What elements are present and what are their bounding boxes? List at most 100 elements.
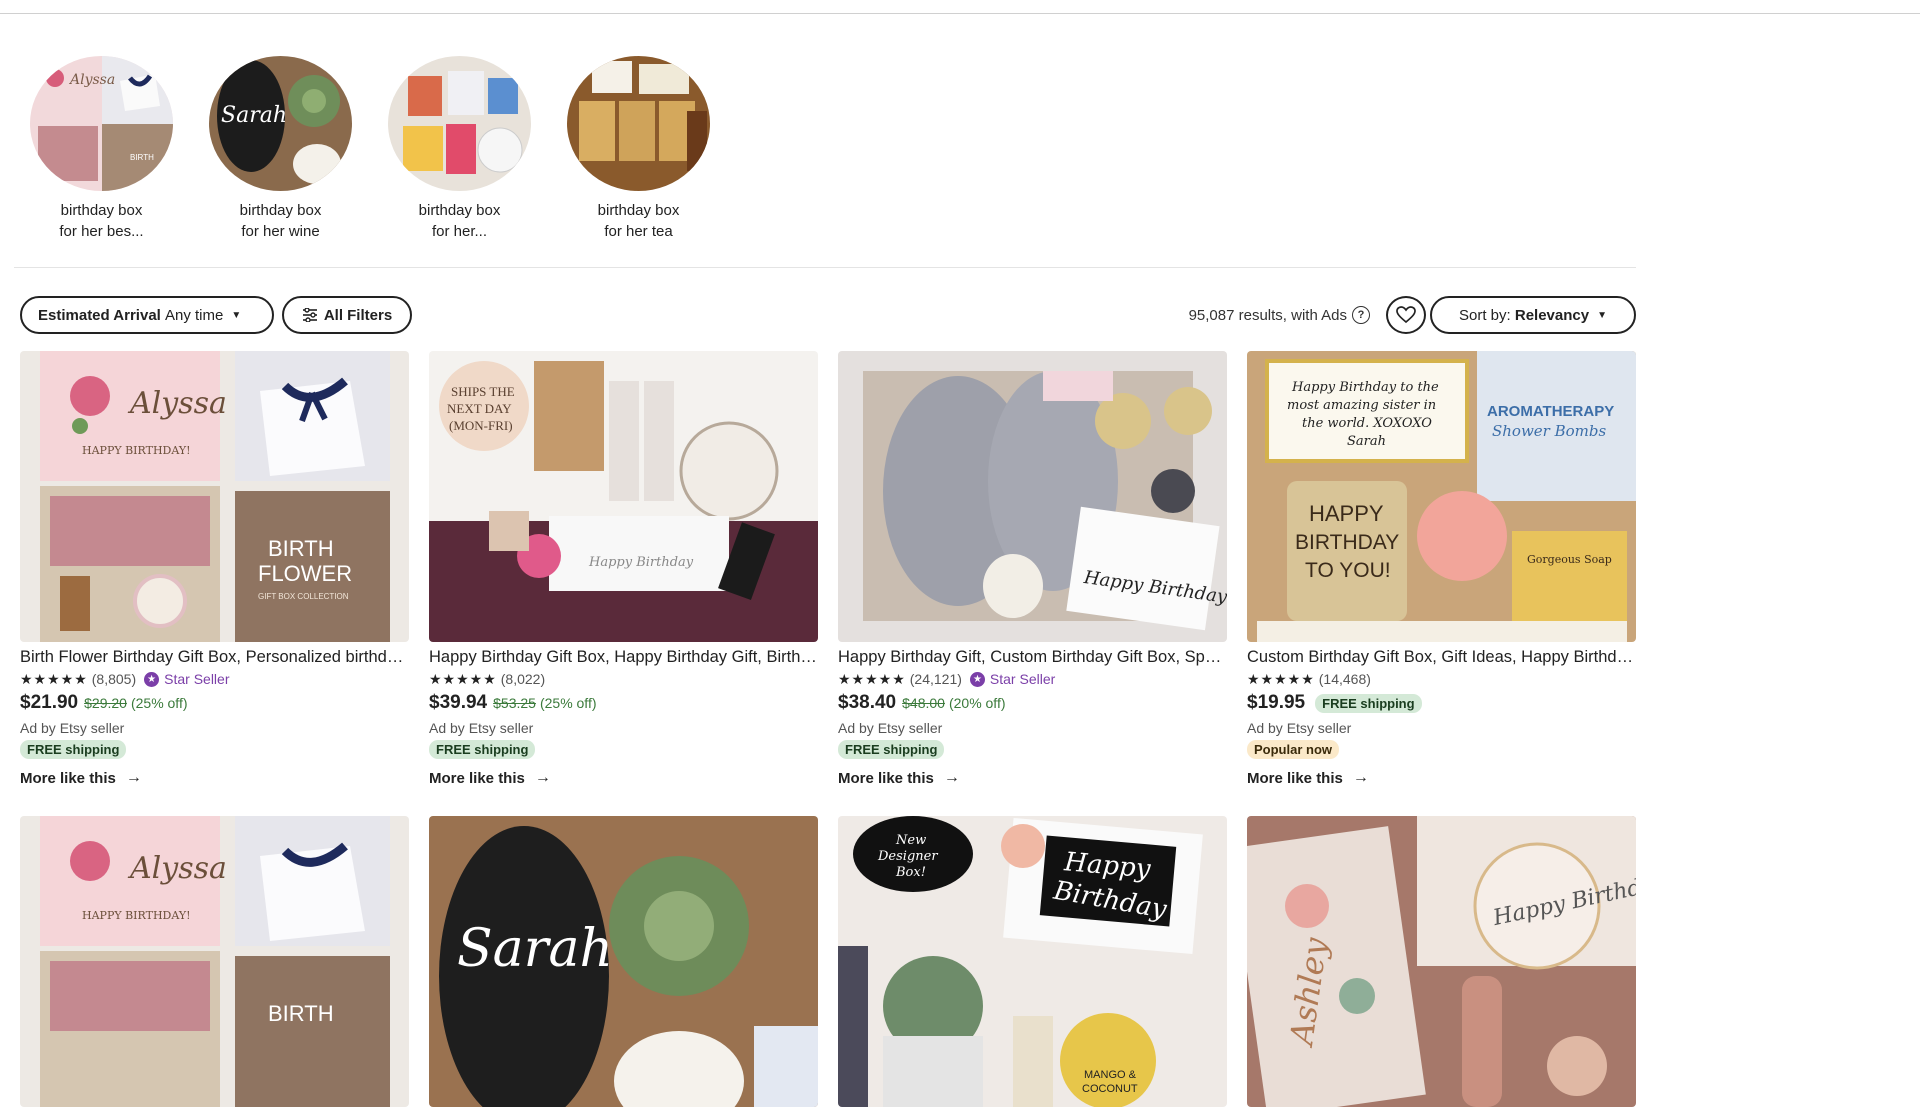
star-seller-label: Star Seller [989,671,1056,687]
sliders-icon [302,308,317,322]
estimated-arrival-label: Estimated Arrival [38,306,161,324]
filter-bar: Estimated Arrival Any time ▼ All Filters… [20,296,1636,336]
listing-image[interactable]: SHIPS THE NEXT DAY (MON-FRI) Happy Birth… [429,351,818,642]
arrow-right-icon: → [1352,769,1369,786]
image-text-candle-happy: HAPPY [1309,501,1384,526]
related-search-line1: birthday box [239,202,322,219]
original-price: $53.25 [493,695,536,711]
related-search-line1: birthday box [597,202,680,219]
estimated-arrival-dropdown[interactable]: Estimated Arrival Any time ▼ [20,296,274,334]
image-text-card-line2: most amazing sister in [1287,398,1436,413]
star-seller-badge: ★ Star Seller [969,671,1056,687]
listing-rating: ★★★★★ (24,121) ★ Star Seller [838,668,1227,690]
related-image-sarah: Sarah [221,103,287,128]
related-search-item[interactable]: birthday box for her... [388,56,531,242]
listing-title[interactable]: Happy Birthday Gift, Custom Birthday Gif… [838,646,1227,668]
star-seller-badge: ★ Star Seller [144,671,229,687]
related-search-label: birthday box for her tea [567,200,710,242]
caret-down-icon: ▼ [1597,309,1607,321]
listing-card[interactable]: Ashley Happy Birthday! [1247,816,1636,1107]
ad-label: Ad by Etsy seller [20,720,125,736]
image-text-happy-birthday: HAPPY BIRTHDAY! [82,909,191,922]
top-divider [0,13,1920,14]
related-search-image: Sarah [209,56,352,191]
review-count: (14,468) [1318,671,1371,687]
image-text-card-line1: Happy Birthday to the [1291,380,1439,395]
listing-card[interactable]: Alyssa HAPPY BIRTHDAY! BIRTH FLOWER GIFT… [20,351,409,787]
listing-card[interactable]: SHIPS THE NEXT DAY (MON-FRI) Happy Birth… [429,351,818,787]
estimated-arrival-value: Any time [165,306,224,324]
star-rating-icon: ★★★★★ [429,670,497,687]
listing-image[interactable]: Happy Birthday [838,351,1227,642]
image-text-coconut: COCONUT [1082,1083,1138,1095]
listing-title[interactable]: Happy Birthday Gift Box, Happy Birthday … [429,646,818,668]
more-like-this-link[interactable]: More like this → [20,769,409,787]
related-search-line1: birthday box [418,202,501,219]
listing-card[interactable]: Sarah [429,816,818,1107]
related-search-line1: birthday box [60,202,143,219]
listing-card[interactable]: Happy Birthday to the most amazing siste… [1247,351,1636,787]
sale-price: $19.95 [1247,692,1306,713]
related-search-label: birthday box for her bes... [30,200,173,242]
image-text-happy-birthday: Happy Birthday [588,555,694,570]
image-text-aromatherapy: AROMATHERAPY [1487,403,1614,420]
star-seller-label: Star Seller [164,671,230,687]
discount-percent: (25% off) [539,695,597,711]
sale-price: $38.40 [838,692,897,713]
listing-title[interactable]: Custom Birthday Gift Box, Gift Ideas, Ha… [1247,646,1636,668]
price-row: $21.90 $29.20 (25% off) [20,692,409,718]
sort-dropdown[interactable]: Sort by: Relevancy ▼ [1430,296,1636,334]
price-row: $38.40 $48.00 (20% off) [838,692,1227,718]
more-like-this-link[interactable]: More like this → [838,769,1227,787]
related-searches: Alyssa BIRTH birthday box for her bes...… [30,56,710,242]
sale-price: $39.94 [429,692,488,713]
listing-title[interactable]: Birth Flower Birthday Gift Box, Personal… [20,646,409,668]
heart-icon [1396,306,1416,324]
related-search-item[interactable]: birthday box for her tea [567,56,710,242]
more-like-this-link[interactable]: More like this → [429,769,818,787]
image-text-mango: MANGO & [1084,1069,1137,1081]
listing-image[interactable]: Alyssa HAPPY BIRTHDAY! BIRTH [20,816,409,1107]
listing-image[interactable]: Ashley Happy Birthday! [1247,816,1636,1107]
original-price: $48.00 [902,695,945,711]
listing-rating: ★★★★★ (14,468) [1247,668,1636,690]
image-text-flower: FLOWER [258,561,352,586]
image-text-candle-to-you: TO YOU! [1305,559,1391,582]
listing-card[interactable]: Alyssa HAPPY BIRTHDAY! BIRTH [20,816,409,1107]
listing-card[interactable]: New Designer Box! Happy Birthday MANGO &… [838,816,1227,1107]
listing-image[interactable]: Happy Birthday to the most amazing siste… [1247,351,1636,642]
price-row: $19.95 FREE shipping [1247,692,1636,718]
results-count: 95,087 results, with Ads ? [1189,306,1370,324]
section-divider [14,267,1636,268]
image-text-ships-the: SHIPS THE [451,384,515,399]
all-filters-button[interactable]: All Filters [282,296,412,334]
image-text-soap: Gorgeous Soap [1527,553,1612,566]
sale-price: $21.90 [20,692,79,713]
image-text-box: Box! [895,865,926,880]
listing-image[interactable]: Alyssa HAPPY BIRTHDAY! BIRTH FLOWER GIFT… [20,351,409,642]
image-text-card-line3: the world. XOXOXO [1302,416,1432,431]
related-search-line2: for her... [431,223,488,240]
help-icon[interactable]: ? [1352,306,1370,324]
listing-image[interactable]: Sarah [429,816,818,1107]
discount-percent: (20% off) [948,695,1006,711]
listing-image[interactable]: New Designer Box! Happy Birthday MANGO &… [838,816,1227,1107]
image-text-birth: BIRTH [268,536,334,561]
arrow-right-icon: → [534,769,551,786]
popular-now-badge: Popular now [1247,740,1339,759]
image-text-gift-box-collection: GIFT BOX COLLECTION [258,592,349,601]
ad-label: Ad by Etsy seller [429,720,534,736]
related-search-item[interactable]: Sarah birthday box for her wine [209,56,352,242]
related-image-alyssa: Alyssa [68,72,115,88]
sort-value: Relevancy [1514,306,1590,324]
more-like-this-link[interactable]: More like this → [1247,769,1636,787]
image-text-shower-bombs: Shower Bombs [1492,422,1607,440]
listing-card[interactable]: Happy Birthday Happy Birthday Gift, Cust… [838,351,1227,787]
review-count: (8,805) [91,671,137,687]
related-search-item[interactable]: Alyssa BIRTH birthday box for her bes... [30,56,173,242]
free-shipping-badge: FREE shipping [838,740,945,759]
star-rating-icon: ★★★★★ [838,670,906,687]
review-count: (8,022) [500,671,546,687]
save-search-heart-button[interactable] [1386,296,1426,334]
star-rating-icon: ★★★★★ [20,670,88,687]
